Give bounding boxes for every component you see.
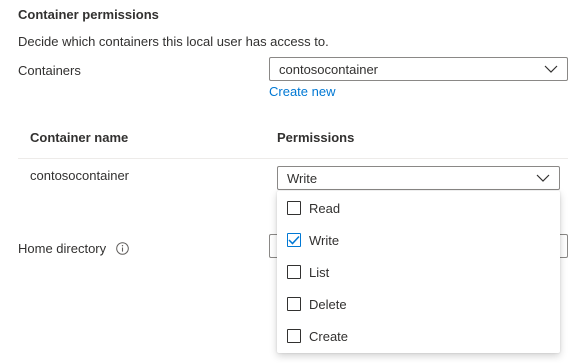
table-row-container-name: contosocontainer — [30, 168, 130, 183]
section-description: Decide which containers this local user … — [18, 34, 329, 49]
option-label: Write — [309, 232, 340, 248]
checkmark-icon — [288, 235, 300, 245]
read-checkbox[interactable] — [287, 201, 301, 215]
delete-checkbox[interactable] — [287, 297, 301, 311]
containers-selected-value: contosocontainer — [279, 61, 379, 77]
table-divider — [18, 158, 568, 159]
create-new-link[interactable]: Create new — [269, 84, 335, 99]
chevron-down-icon — [544, 65, 558, 73]
list-checkbox[interactable] — [287, 265, 301, 279]
chevron-down-icon — [536, 174, 550, 182]
option-label: Delete — [309, 296, 347, 312]
option-label: Create — [309, 328, 349, 344]
permissions-selected-value: Write — [287, 170, 318, 186]
column-header-permissions: Permissions — [277, 130, 355, 145]
containers-label: Containers — [18, 63, 81, 78]
option-label: List — [309, 264, 330, 280]
containers-select[interactable]: contosocontainer — [269, 57, 568, 81]
option-label: Read — [309, 200, 341, 216]
home-directory-label: Home directory — [18, 241, 107, 256]
create-checkbox[interactable] — [287, 329, 301, 343]
option-read[interactable]: Read — [277, 192, 560, 224]
write-checkbox[interactable] — [287, 233, 301, 247]
section-title: Container permissions — [18, 7, 159, 22]
column-header-container-name: Container name — [30, 130, 129, 145]
option-list[interactable]: List — [277, 256, 560, 288]
info-icon[interactable] — [116, 242, 129, 255]
option-write[interactable]: Write — [277, 224, 560, 256]
option-create[interactable]: Create — [277, 320, 560, 352]
option-delete[interactable]: Delete — [277, 288, 560, 320]
permissions-dropdown: Read Write List Delete Create — [277, 191, 560, 353]
permissions-select[interactable]: Write — [277, 166, 560, 190]
